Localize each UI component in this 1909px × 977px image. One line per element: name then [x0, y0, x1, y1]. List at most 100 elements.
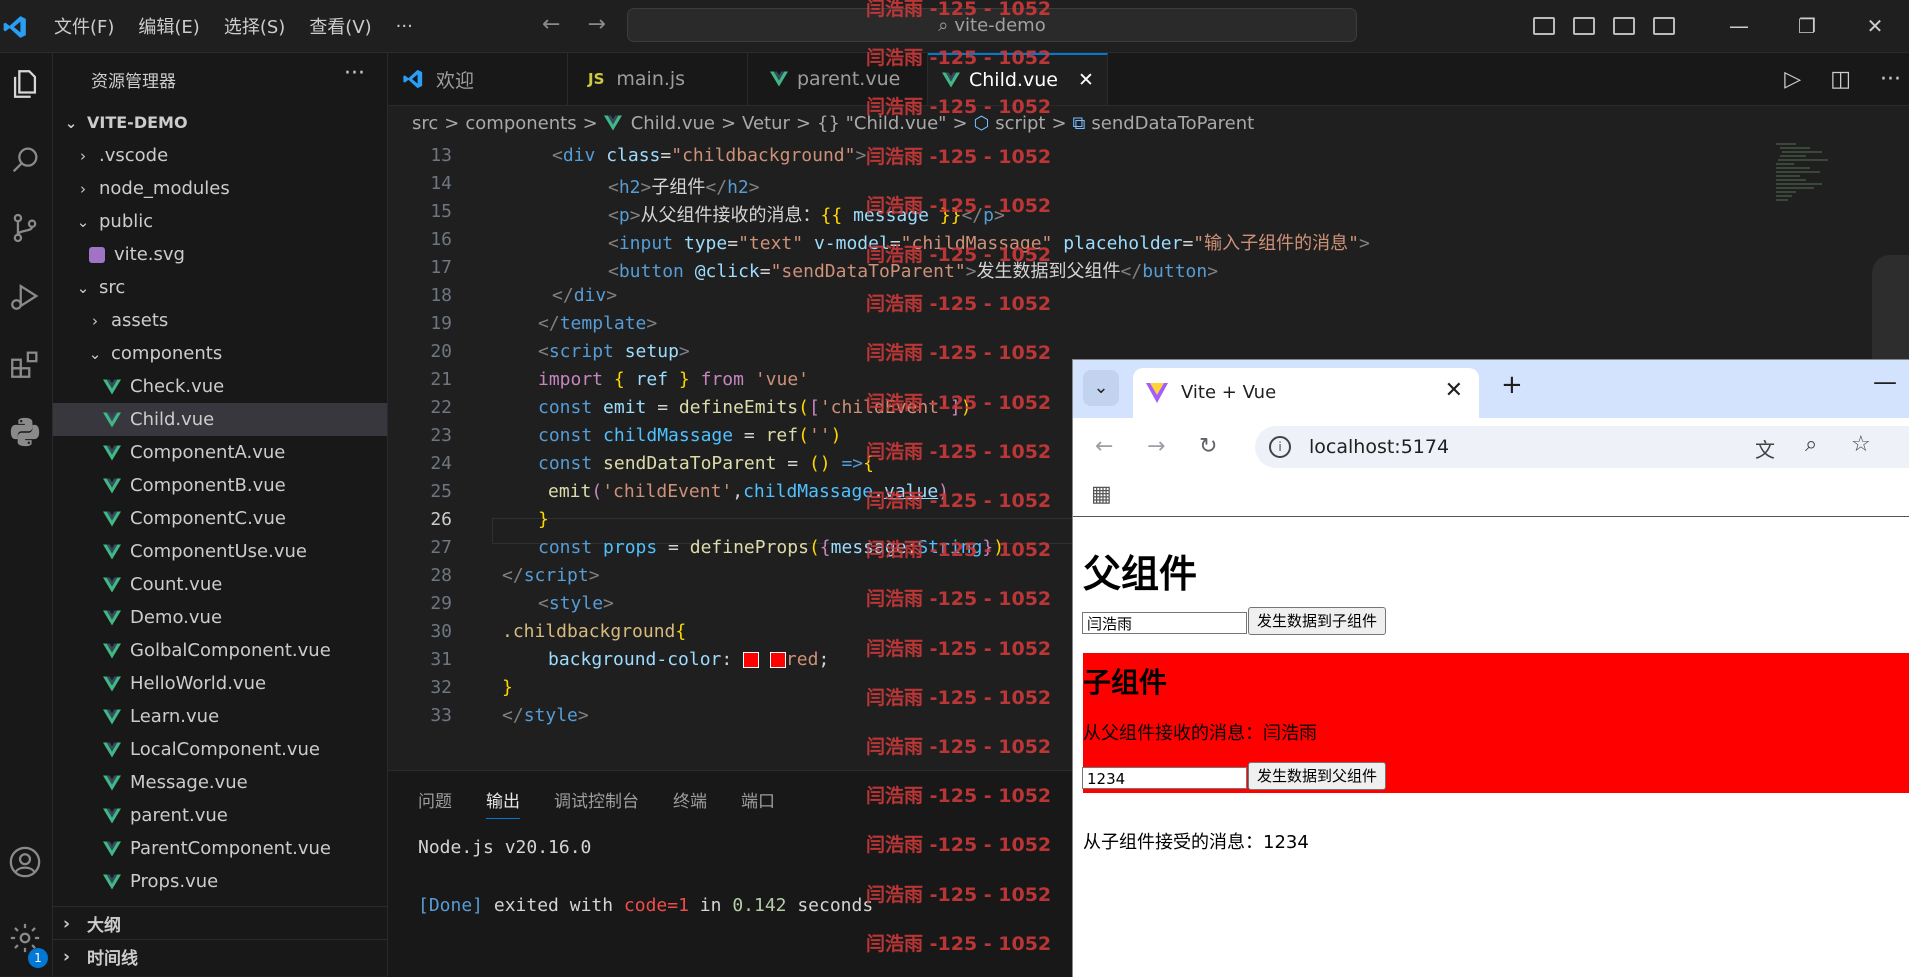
tree-item-label: Message.vue [130, 772, 248, 793]
back-arrow-icon[interactable]: ← [542, 12, 560, 37]
split-editor-icon[interactable]: ◫ [1830, 67, 1851, 92]
search-icon[interactable] [8, 143, 42, 177]
tab-welcome[interactable]: 欢迎 [388, 53, 568, 105]
tree-item[interactable]: ComponentA.vue [53, 436, 387, 469]
child-input[interactable]: 1234 [1082, 767, 1247, 789]
tree-item[interactable]: ComponentUse.vue [53, 535, 387, 568]
breadcrumb-components[interactable]: components [465, 113, 576, 134]
child-component-box: 子组件 从父组件接收的消息：闫浩雨 1234 发生数据到父组件 [1082, 653, 1909, 793]
tree-item[interactable]: HelloWorld.vue [53, 667, 387, 700]
tree-item[interactable]: LocalComponent.vue [53, 733, 387, 766]
customize-layout-icon[interactable] [1653, 17, 1675, 35]
minimize-button[interactable]: — [1705, 14, 1773, 38]
parent-input[interactable]: 闫浩雨 [1082, 612, 1247, 634]
breadcrumb-file[interactable]: Child.vue [631, 113, 715, 134]
tree-item[interactable]: Check.vue [53, 370, 387, 403]
breadcrumb-symbol[interactable]: sendDataToParent [1091, 113, 1254, 134]
watermark-text: 闫浩雨 -125 - 1052 [866, 736, 1052, 758]
address-bar[interactable]: i localhost:5174 文 ⌕ ☆ [1255, 426, 1909, 468]
tree-item[interactable]: › .vscode [53, 139, 387, 172]
toggle-panel-icon[interactable] [1573, 17, 1595, 35]
run-debug-icon[interactable] [8, 279, 42, 313]
tree-item[interactable]: › assets [53, 304, 387, 337]
tree-item[interactable]: › node_modules [53, 172, 387, 205]
tree-item[interactable]: ComponentC.vue [53, 502, 387, 535]
run-icon[interactable]: ▷ [1784, 67, 1801, 92]
browser-tab[interactable]: Vite + Vue ✕ [1133, 368, 1479, 418]
tree-item[interactable]: Child.vue [53, 403, 387, 436]
source-control-icon[interactable] [8, 211, 42, 245]
color-swatch[interactable] [769, 652, 786, 668]
forward-arrow-icon[interactable]: → [1147, 434, 1165, 459]
new-tab-icon[interactable]: + [1501, 370, 1523, 400]
account-icon[interactable] [8, 845, 42, 879]
minimap[interactable] [1770, 140, 1850, 220]
panel-tab-output[interactable]: 输出 [486, 787, 520, 819]
menu-selection[interactable]: 选择(S) [224, 13, 285, 39]
translate-icon[interactable]: 文 [1755, 434, 1775, 463]
panel-tab-terminal[interactable]: 终端 [673, 787, 707, 819]
send-to-child-button[interactable]: 发生数据到子组件 [1248, 607, 1387, 635]
explorer-title: 资源管理器 [91, 72, 176, 92]
tree-item-label: ComponentUse.vue [130, 541, 307, 562]
tab-main-js[interactable]: JS main.js [568, 53, 748, 105]
editor-tabs: 欢迎 JS main.js parent.vue Child.vue ✕ ▷ ◫… [388, 53, 1909, 106]
menu-view[interactable]: 查看(V) [309, 13, 371, 39]
tree-item-label: ComponentA.vue [130, 442, 286, 463]
tree-item[interactable]: Count.vue [53, 568, 387, 601]
explorer-more-button[interactable]: ··· [344, 61, 365, 86]
tree-item[interactable]: parent.vue [53, 799, 387, 832]
toggle-secondary-sidebar-icon[interactable] [1613, 17, 1635, 35]
tree-item-label: assets [111, 310, 169, 331]
browser-tab-title: Vite + Vue [1181, 382, 1277, 403]
browser-minimize-button[interactable]: — [1873, 368, 1897, 396]
vscode-logo-icon [3, 16, 26, 38]
menu-file[interactable]: 文件(F) [54, 13, 114, 39]
explorer-icon[interactable] [8, 67, 42, 101]
extensions-icon[interactable] [8, 347, 42, 381]
tree-item[interactable]: GolbalComponent.vue [53, 634, 387, 667]
watermark-text: 闫浩雨 -125 - 1052 [866, 96, 1052, 119]
outline-section[interactable]: › 大纲 [53, 906, 387, 940]
panel-tab-debug-console[interactable]: 调试控制台 [554, 787, 639, 819]
apps-grid-icon[interactable]: ▦ [1091, 482, 1112, 507]
close-window-button[interactable]: ✕ [1841, 14, 1909, 38]
zoom-icon[interactable]: ⌕ [1805, 432, 1817, 457]
menu-edit[interactable]: 编辑(E) [138, 13, 199, 39]
toggle-sidebar-icon[interactable] [1533, 17, 1555, 35]
tree-item[interactable]: ⌄ components [53, 337, 387, 370]
forward-arrow-icon[interactable]: → [587, 12, 605, 37]
tree-root[interactable]: ⌄ VITE-DEMO [53, 106, 387, 139]
python-icon[interactable] [8, 415, 42, 449]
tree-item[interactable]: Props.vue [53, 865, 387, 898]
tree-item-label: Demo.vue [130, 607, 223, 628]
panel-tab-ports[interactable]: 端口 [741, 787, 775, 819]
tree-item[interactable]: ⌄ src [53, 271, 387, 304]
breadcrumb-vetur[interactable]: Vetur [742, 113, 790, 134]
menu-more[interactable]: ··· [396, 16, 413, 37]
tree-item[interactable]: Message.vue [53, 766, 387, 799]
tree-item[interactable]: vite.svg [53, 238, 387, 271]
nav-arrows: ← → [542, 12, 626, 37]
tab-search-button[interactable]: ⌄ [1083, 370, 1119, 406]
tree-item[interactable]: ParentComponent.vue [53, 832, 387, 865]
close-tab-icon[interactable]: ✕ [1078, 69, 1094, 91]
panel-tab-problems[interactable]: 问题 [418, 787, 452, 819]
back-arrow-icon[interactable]: ← [1095, 434, 1113, 459]
more-actions-icon[interactable]: ··· [1880, 67, 1901, 92]
tree-item[interactable]: ⌄ public [53, 205, 387, 238]
tree-item[interactable]: ComponentB.vue [53, 469, 387, 502]
timeline-section[interactable]: › 时间线 [53, 939, 387, 973]
site-info-icon[interactable]: i [1269, 436, 1291, 458]
reload-icon[interactable]: ↻ [1199, 434, 1217, 459]
tree-item[interactable]: Demo.vue [53, 601, 387, 634]
bookmark-star-icon[interactable]: ☆ [1851, 432, 1871, 457]
color-swatch[interactable] [743, 652, 760, 668]
breadcrumb-src[interactable]: src [412, 113, 438, 134]
watermark-text: 闫浩雨 -125 - 1052 [866, 440, 1052, 463]
close-tab-icon[interactable]: ✕ [1445, 378, 1463, 403]
line-number: 13 [430, 145, 452, 166]
maximize-button[interactable]: ❐ [1773, 14, 1841, 38]
send-to-parent-button[interactable]: 发生数据到父组件 [1248, 762, 1387, 790]
tree-item[interactable]: Learn.vue [53, 700, 387, 733]
